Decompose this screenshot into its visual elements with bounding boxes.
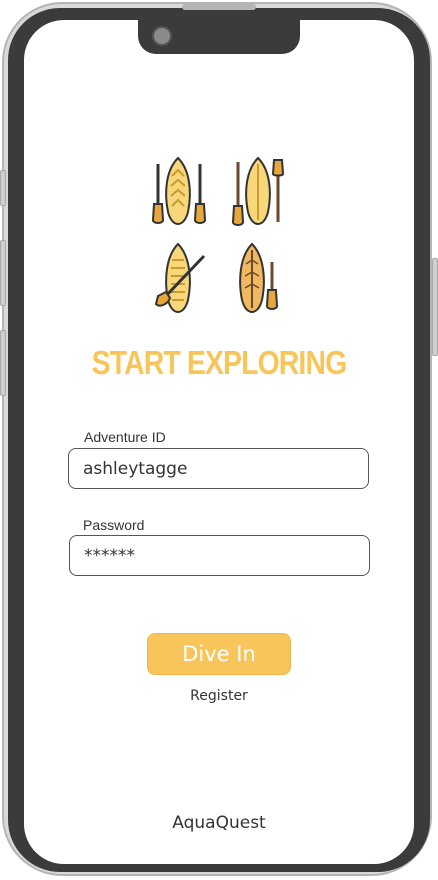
password-input[interactable]: ******: [69, 535, 370, 576]
volume-down-button: [0, 330, 6, 396]
board-top-right-icon: [231, 156, 285, 226]
paddle-boards-illustration-icon: [151, 156, 285, 314]
page-title: START EXPLORING: [91, 344, 347, 381]
top-speaker: [182, 4, 256, 10]
volume-up-button: [0, 240, 6, 306]
board-bottom-left-icon: [154, 242, 206, 314]
mute-switch: [0, 170, 6, 206]
dive-in-button[interactable]: Dive In: [147, 633, 291, 675]
register-link[interactable]: Register: [0, 688, 438, 704]
adventure-id-input[interactable]: ashleytagge: [68, 448, 369, 489]
phone-screen: [24, 20, 414, 864]
adventure-id-label: Adventure ID: [84, 429, 166, 445]
brand-name: AquaQuest: [172, 813, 266, 833]
camera-icon: [152, 26, 172, 46]
board-bottom-right-icon: [239, 242, 279, 314]
password-label: Password: [83, 517, 145, 533]
board-top-left-icon: [151, 156, 207, 226]
power-button: [432, 258, 438, 356]
